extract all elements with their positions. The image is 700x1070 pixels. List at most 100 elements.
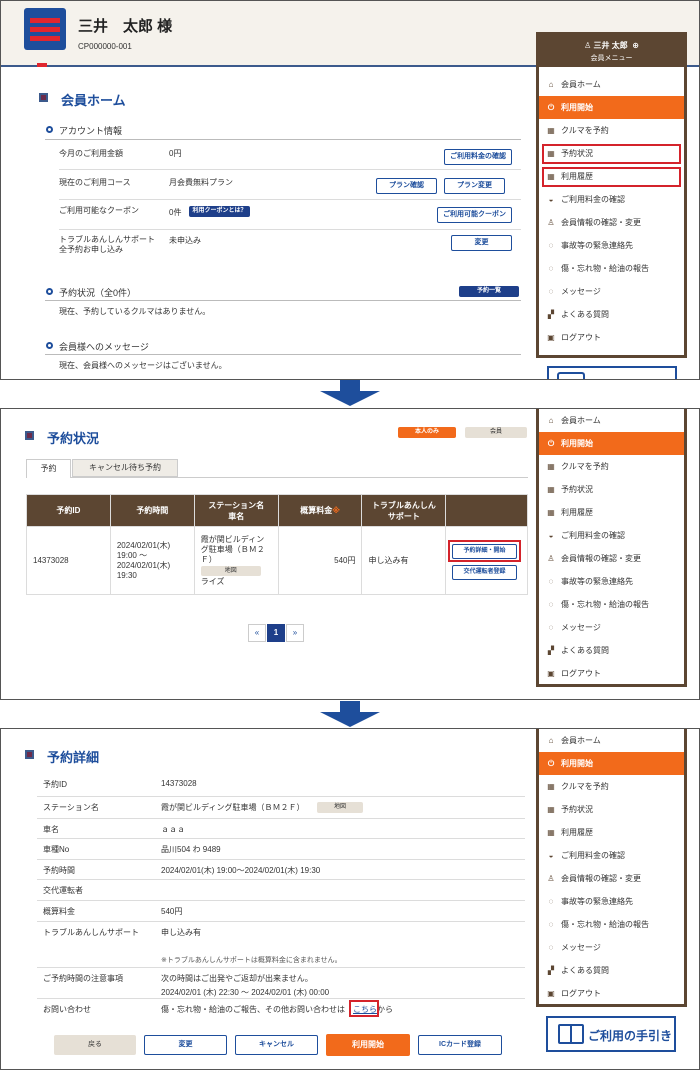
support-change-button[interactable]: 変更 — [451, 235, 512, 251]
caution-time: 2024/02/01 (木) 22:30 ～ 2024/02/01 (木) 00… — [161, 987, 329, 998]
menu-item-label: クルマを予約 — [561, 781, 609, 792]
menu-item[interactable]: ▦クルマを予約 — [539, 455, 684, 478]
menu-item[interactable]: ⏻利用開始 — [539, 96, 684, 119]
row-value: 月会費無料プラン — [169, 177, 233, 188]
tab-reservation[interactable]: 予約 — [26, 459, 71, 478]
page-next[interactable]: » — [286, 624, 304, 642]
menu-item[interactable]: ▦利用履歴 — [539, 501, 684, 524]
menu-item[interactable]: ▞よくある質問 — [539, 303, 684, 326]
menu-item[interactable]: ▦予約状況 — [539, 798, 684, 821]
menu-item-label: 利用履歴 — [561, 507, 593, 518]
ic-card-button[interactable]: ICカード登録 — [418, 1035, 502, 1055]
tab-waitlist[interactable]: キャンセル待ち予約 — [72, 459, 178, 477]
page-prev[interactable]: « — [248, 624, 266, 642]
guide-banner[interactable]: ご利用の手引き — [546, 1016, 676, 1052]
menu-item[interactable]: ▦予約状況 — [539, 478, 684, 501]
start-use-button[interactable]: 利用開始 — [326, 1034, 410, 1056]
cancel-button[interactable]: キャンセル — [235, 1035, 318, 1055]
detail-label: ご予約時間の注意事項 — [43, 973, 123, 984]
divider — [45, 354, 521, 355]
menu-item[interactable]: ◌事故等の緊急連絡先 — [539, 234, 684, 257]
detail-value: 申し込み有 — [161, 927, 201, 938]
detail-value: 2024/02/01(木) 19:00～2024/02/01(木) 19:30 — [161, 865, 320, 876]
menu-item[interactable]: ▦利用履歴 — [539, 821, 684, 844]
account-heading: アカウント情報 — [59, 124, 122, 137]
tab-divider — [26, 477, 528, 478]
map-button[interactable]: 地図 — [201, 566, 261, 576]
menu-item-label: 事故等の緊急連絡先 — [561, 896, 633, 907]
menu-item-label: クルマを予約 — [561, 461, 609, 472]
fee-check-button[interactable]: ご利用料金の確認 — [444, 149, 512, 165]
menu-item[interactable]: ◌事故等の緊急連絡先 — [539, 570, 684, 593]
back-button[interactable]: 戻る — [54, 1035, 136, 1055]
menu-item-label: 利用開始 — [561, 758, 593, 769]
person-icon: ♙ — [547, 219, 555, 227]
chat-icon: ◌ — [547, 242, 555, 250]
section-marker — [39, 93, 48, 102]
menu-item[interactable]: ▣ログアウト — [539, 662, 684, 685]
message-text: 現在、会員様へのメッセージはございません。 — [59, 360, 227, 371]
chat-icon: ◌ — [547, 601, 555, 609]
coins-icon: ◒ — [547, 532, 555, 540]
page-current[interactable]: 1 — [267, 624, 285, 642]
menu-item[interactable]: ⌂会員ホーム — [539, 73, 684, 96]
menu-item[interactable]: ⌂会員ホーム — [539, 729, 684, 752]
divider — [59, 169, 521, 170]
menu-item[interactable]: ◌メッセージ — [539, 936, 684, 959]
menu-item[interactable]: ▦クルマを予約 — [539, 119, 684, 142]
member-home-screen: 三井 太郎 様 CP000000-001 会員ホーム アカウント情報 今月のご利… — [0, 0, 700, 380]
menu-user-sub: 会員メニュー — [539, 53, 684, 63]
plan-change-button[interactable]: プラン変更 — [444, 178, 505, 194]
reservation-list-button[interactable]: 予約一覧 — [459, 286, 519, 297]
change-button[interactable]: 変更 — [144, 1035, 227, 1055]
menu-item[interactable]: ◒ご利用料金の確認 — [539, 524, 684, 547]
bullet-icon — [46, 126, 53, 133]
support-cell: 申し込み有 — [362, 527, 446, 595]
map-button[interactable]: 地図 — [317, 802, 363, 813]
menu-item[interactable]: ▞よくある質問 — [539, 959, 684, 982]
menu-item[interactable]: ◌メッセージ — [539, 616, 684, 639]
chat-icon: ◌ — [547, 288, 555, 296]
tag-member: 会員 — [465, 427, 527, 438]
menu-item[interactable]: ▦クルマを予約 — [539, 775, 684, 798]
menu-item[interactable]: ◒ご利用料金の確認 — [539, 844, 684, 867]
menu-item[interactable]: ⌂会員ホーム — [539, 409, 684, 432]
menu-item[interactable]: ◌事故等の緊急連絡先 — [539, 890, 684, 913]
menu-item-label: ご利用料金の確認 — [561, 850, 625, 861]
logo — [24, 8, 66, 50]
menu-item[interactable]: ◌傷・忘れ物・給油の報告 — [539, 913, 684, 936]
menu-item-label: 会員ホーム — [561, 735, 601, 746]
detail-value: 540円 — [161, 906, 182, 917]
menu-item[interactable]: ▞よくある質問 — [539, 639, 684, 662]
highlight-box — [542, 144, 681, 164]
menu-item[interactable]: ♙会員情報の確認・変更 — [539, 867, 684, 890]
detail-value: 品川504 わ 9489 — [161, 844, 221, 855]
chevron-down-icon[interactable]: ⊕ — [630, 41, 639, 50]
menu-item[interactable]: ⏻利用開始 — [539, 432, 684, 455]
menu-item[interactable]: ⏻利用開始 — [539, 752, 684, 775]
page-title: 予約状況 — [47, 428, 99, 447]
menu-item[interactable]: ◒ご利用料金の確認 — [539, 188, 684, 211]
menu-item[interactable]: ▣ログアウト — [539, 982, 684, 1005]
col-header: ステーション名車名 — [194, 495, 278, 527]
power-icon: ⏻ — [547, 104, 555, 112]
guide-banner[interactable] — [547, 366, 677, 380]
menu-item[interactable]: ♙会員情報の確認・変更 — [539, 547, 684, 570]
menu-item[interactable]: ◌傷・忘れ物・給油の報告 — [539, 593, 684, 616]
detail-label: 車種No — [43, 844, 69, 855]
menu-item[interactable]: ♙会員情報の確認・変更 — [539, 211, 684, 234]
divider — [37, 838, 525, 839]
plan-check-button[interactable]: プラン確認 — [376, 178, 437, 194]
menu-item-label: 会員情報の確認・変更 — [561, 873, 641, 884]
driver-register-button[interactable]: 交代運転者登録 — [452, 565, 517, 580]
menu-item-label: 会員情報の確認・変更 — [561, 553, 641, 564]
detail-label: 概算料金 — [43, 906, 75, 917]
fee-cell: 540円 — [278, 527, 362, 595]
menu-item[interactable]: ◌傷・忘れ物・給油の報告 — [539, 257, 684, 280]
available-coupon-button[interactable]: ご利用可能クーポン — [437, 207, 512, 223]
menu-item[interactable]: ▣ログアウト — [539, 326, 684, 349]
menu-item[interactable]: ◌メッセージ — [539, 280, 684, 303]
coupon-info-button[interactable]: 利用クーポンとは？ — [189, 206, 250, 217]
detail-label: お問い合わせ — [43, 1004, 91, 1015]
calendar-icon: ▦ — [547, 127, 555, 135]
